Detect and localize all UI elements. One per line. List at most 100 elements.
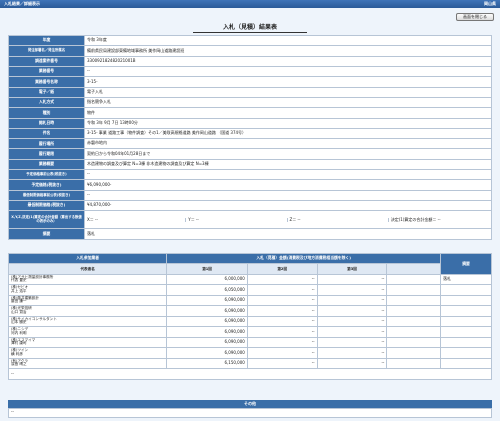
bid-amount-extra: [386, 336, 441, 349]
agency-name: 岡山県: [484, 0, 496, 6]
bid-remark: [440, 357, 492, 370]
detail-row: 開札日時 令和 3年 9月 7日 13時00分: [8, 117, 492, 129]
label: 最低制限価格(税抜き): [8, 199, 85, 212]
open-date: 令和 3年 9月 7日 13時00分: [84, 117, 492, 129]
bidders-footer-row: --: [8, 368, 492, 380]
bid-amount-round1: 6,000,000: [166, 273, 248, 286]
bid-amount-round3: --: [316, 315, 388, 328]
table-row: (有)アクラ 濱島 晴之 6,150,000 -- --: [7, 357, 492, 370]
bid-amount-round3: --: [316, 294, 388, 307]
label: 年度: [8, 34, 85, 47]
bidders-table: 入札参加業者 入札（見積）金額(消費税及び地方消費税相当額を除く) 摘要 代表者…: [7, 252, 492, 380]
label: 電子／紙: [8, 86, 85, 98]
round1-header: 第1回: [166, 263, 248, 275]
bidder-name: (株)セビオ 井上 浩平: [7, 284, 168, 296]
bid-amount-round1: 6,090,000: [166, 326, 248, 338]
label: X,Y,Z,決定(1)算定の合計金額（算出する数値の表示のみ）: [8, 210, 85, 230]
bid-amount-round3: --: [316, 336, 388, 349]
bid-amount-extra: [386, 273, 441, 286]
bidder-name: (株)サイカイコンサルタント 山本 勝史: [7, 315, 168, 328]
detail-row: 業務番号名称 3-15-: [8, 76, 492, 88]
bid-amount-round3: --: [316, 326, 388, 338]
bid-amount-extra: [386, 284, 441, 296]
round3-header: 第3回: [316, 263, 388, 275]
detail-row: 履行期限 契約日から令和04年01月28日まで: [8, 148, 492, 160]
table-row: (株)アサヒ測量設計事務所 代表 豊史 6,000,000 -- -- 落札: [7, 273, 492, 286]
other-header: その他: [8, 400, 492, 408]
score-y: Y＝ --: [185, 217, 286, 223]
bid-remark: [440, 336, 492, 349]
round2-header: 第2回: [246, 263, 318, 275]
label: 業務番号: [8, 65, 85, 78]
table-row: (株)藤井建築設計 藤田 謙一 6,090,000 -- --: [7, 294, 492, 307]
bid-amount-round2: --: [246, 315, 318, 328]
bid-amount-extra: [386, 347, 441, 359]
bid-amount-round1: 6,090,000: [166, 305, 248, 317]
bid-remark: [440, 315, 492, 328]
remarks: 落札: [84, 228, 492, 240]
representative-name: 横 利彦: [11, 351, 23, 356]
top-bar: 入札結果／詳細表示 岡山県: [0, 0, 500, 8]
bid-remark: [440, 326, 492, 338]
table-row: (株)ツイン横 利彦 6,090,000 -- --: [7, 347, 492, 359]
label: 履行場所: [8, 138, 85, 150]
bid-amount-extra: [386, 326, 441, 338]
label: 発注部署名／発注所属名: [8, 45, 85, 57]
bidder-name: (株)エスマイマ 澤村 康司: [7, 336, 168, 349]
table-row: (株)セビオ 井上 浩平 6,050,000 -- --: [7, 284, 492, 296]
project-name: 3-15-: [84, 76, 492, 88]
bid-remark: [440, 294, 492, 307]
bid-amount-extra: [386, 294, 441, 307]
bid-amount-round2: --: [246, 273, 318, 286]
other-value: --: [8, 408, 492, 418]
remarks-header: 摘要: [440, 253, 492, 275]
label: 種別: [8, 107, 85, 119]
planned-price: ¥6,090,000-: [84, 179, 492, 191]
amount-group-header: 入札（見積）金額(消費税及び地方消費税相当額を除く): [166, 252, 441, 265]
planned-price-pre: --: [84, 169, 492, 181]
bid-amount-round2: --: [246, 357, 318, 370]
representative-name: 濱島 晴之: [11, 362, 27, 367]
representative-name: 藤田 謙一: [11, 299, 27, 304]
bidder-rows: (株)アサヒ測量設計事務所 代表 豊史 6,000,000 -- -- 落札 (株)セビオ井…: [7, 273, 492, 370]
detail-row: 業務番号 --: [8, 65, 492, 78]
period: 契約日から令和04年01月28日まで: [84, 148, 492, 160]
score-z: Z＝ --: [286, 217, 388, 223]
bidders-header-row: 入札参加業者 入札（見積）金額(消費税及び地方消費税相当額を除く) 摘要: [7, 252, 492, 275]
detail-row: 最低制限価格(税抜き) ¥4,870,000-: [8, 199, 492, 212]
score-values: X＝ -- Y＝ -- Z＝ -- 決定(1)算定の合計金額＝ --: [84, 210, 492, 230]
bid-amount-round1: 6,050,000: [166, 284, 248, 296]
fiscal-year: 令和 3年度: [84, 34, 492, 47]
rep-header: 代表者名: [7, 263, 168, 275]
bidders-subheader-row: 代表者名 第1回 第2回 第3回: [7, 263, 492, 275]
submission-type: 電子入札: [84, 86, 492, 98]
tender-number: 330092182482021001B: [84, 55, 492, 67]
bidder-name: (株)ニシデ 河内 利明: [7, 326, 168, 338]
round-spacer: [386, 263, 441, 275]
detail-row: 発注部署名／発注所属名 備前県民局建設部東備地域事務所 美作岡山道路建設班: [8, 45, 492, 57]
bid-amount-round2: --: [246, 294, 318, 307]
summary: 木造建物の調査及び算定 N=3棟 非木造建物の調査及び算定 N=3棟: [84, 158, 492, 171]
bid-amount-round1: 6,090,000: [166, 315, 248, 328]
bid-amount-round3: --: [316, 347, 388, 359]
detail-row: 業務概要 木造建物の調査及び算定 N=3棟 非木造建物の調査及び算定 N=3棟: [8, 158, 492, 171]
representative-name: 代表 豊史: [11, 278, 27, 283]
score-decision: 決定(1)算定の合計金額＝ --: [387, 217, 489, 223]
table-row: (株)光栄技研 山口 賢治 6,090,000 -- --: [7, 305, 492, 317]
table-row: (株)エスマイマ 澤村 康司 6,090,000 -- --: [7, 336, 492, 349]
label: 最低制限価格事前公表(税抜き): [8, 189, 85, 202]
representative-name: 河内 利明: [11, 330, 27, 335]
detail-table: 年度 令和 3年度 発注部署名／発注所属名 備前県民局建設部東備地域事務所 美作岡山…: [8, 34, 492, 240]
bid-remark: [440, 347, 492, 359]
breadcrumb: 入札結果／詳細表示: [4, 0, 40, 6]
page-title: 入札（見積）結果表: [222, 24, 277, 31]
label: 摘要: [8, 228, 85, 240]
participant-header: 入札参加業者: [7, 252, 168, 265]
project-number: --: [84, 65, 492, 78]
bid-amount-extra: [386, 305, 441, 317]
close-window-button[interactable]: 画面を閉じる: [456, 13, 494, 21]
detail-row: 履行場所 赤磐市地内: [8, 138, 492, 150]
bidder-name: (株)アサヒ測量設計事務所 代表 豊史: [7, 273, 168, 286]
label: 件名: [8, 127, 85, 140]
orderer: 備前県民局建設部東備地域事務所 美作岡山道路建設班: [84, 45, 492, 57]
